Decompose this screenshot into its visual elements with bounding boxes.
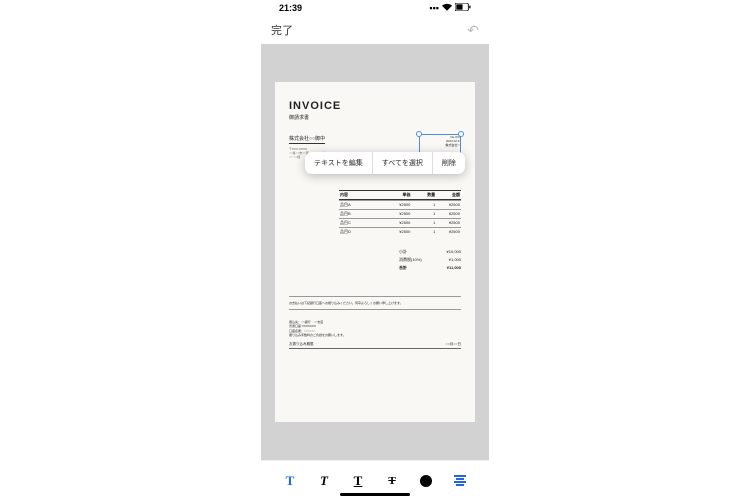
resize-handle-tl[interactable]	[416, 131, 422, 137]
status-indicators: ▪▪▪	[429, 3, 471, 13]
context-menu: テキストを編集 すべてを選択 削除	[305, 152, 465, 174]
strike-tool-icon[interactable]: T	[384, 473, 400, 489]
menu-select-all[interactable]: すべてを選択	[373, 152, 433, 174]
status-bar: 21:39 ▪▪▪	[261, 0, 489, 16]
table-row: 品目A¥25001¥2500	[339, 200, 461, 209]
invoice-document[interactable]: INVOICE 御請求書 株式会社○○御中 〒XXX-XXXX ○○県○○市○○…	[275, 82, 475, 422]
text-tool-icon[interactable]: T	[282, 473, 298, 489]
invoice-subtitle: 御請求書	[289, 114, 461, 121]
table-header: 内容 単価 数量 金額	[339, 190, 461, 200]
menu-edit-text[interactable]: テキストを編集	[305, 152, 373, 174]
undo-icon[interactable]: ↶	[467, 22, 479, 39]
italic-tool-icon[interactable]: T	[316, 473, 332, 489]
color-tool-icon[interactable]	[418, 473, 434, 489]
home-indicator[interactable]	[340, 493, 410, 496]
phone-frame: 21:39 ▪▪▪ 完了 ↶ INVOICE 御請求書 株式会社○○御中 〒XX…	[261, 0, 489, 500]
underline-tool-icon[interactable]: T	[350, 473, 366, 489]
menu-delete[interactable]: 削除	[433, 152, 465, 174]
editor-canvas[interactable]: INVOICE 御請求書 株式会社○○御中 〒XXX-XXXX ○○県○○市○○…	[261, 44, 489, 460]
line-items-table: 内容 単価 数量 金額 品目A¥25001¥2500 品目B¥25001¥250…	[339, 190, 461, 236]
resize-handle-tr[interactable]	[458, 131, 464, 137]
done-button[interactable]: 完了	[271, 22, 293, 38]
battery-icon	[455, 3, 471, 13]
payment-note: お支払いは下記銀行口座へお振り込みください。何卒よろしくお願い申し上げます。	[289, 296, 461, 310]
table-row: 品目B¥25001¥2500	[339, 209, 461, 218]
invoice-title: INVOICE	[289, 100, 461, 112]
status-time: 21:39	[279, 3, 302, 13]
nav-bar: 完了 ↶	[261, 16, 489, 44]
table-row: 品目D¥25001¥2500	[339, 227, 461, 236]
bank-info: 振込先：○○銀行 ○○支店 普通口座 XXXXXXX 口座名義：○○○○○○ 振…	[289, 320, 461, 338]
wifi-icon	[442, 3, 452, 13]
align-tool-icon[interactable]	[452, 473, 468, 489]
payment-deadline: お振り込み期限 ○○月○○日	[289, 342, 461, 349]
client-name: 株式会社○○御中	[289, 135, 325, 144]
table-row: 品目C¥25001¥2500	[339, 218, 461, 227]
signal-icon: ▪▪▪	[429, 3, 439, 13]
totals-block: 小計¥10,000 消費税(10%)¥1,000 合計¥11,000	[399, 248, 461, 272]
